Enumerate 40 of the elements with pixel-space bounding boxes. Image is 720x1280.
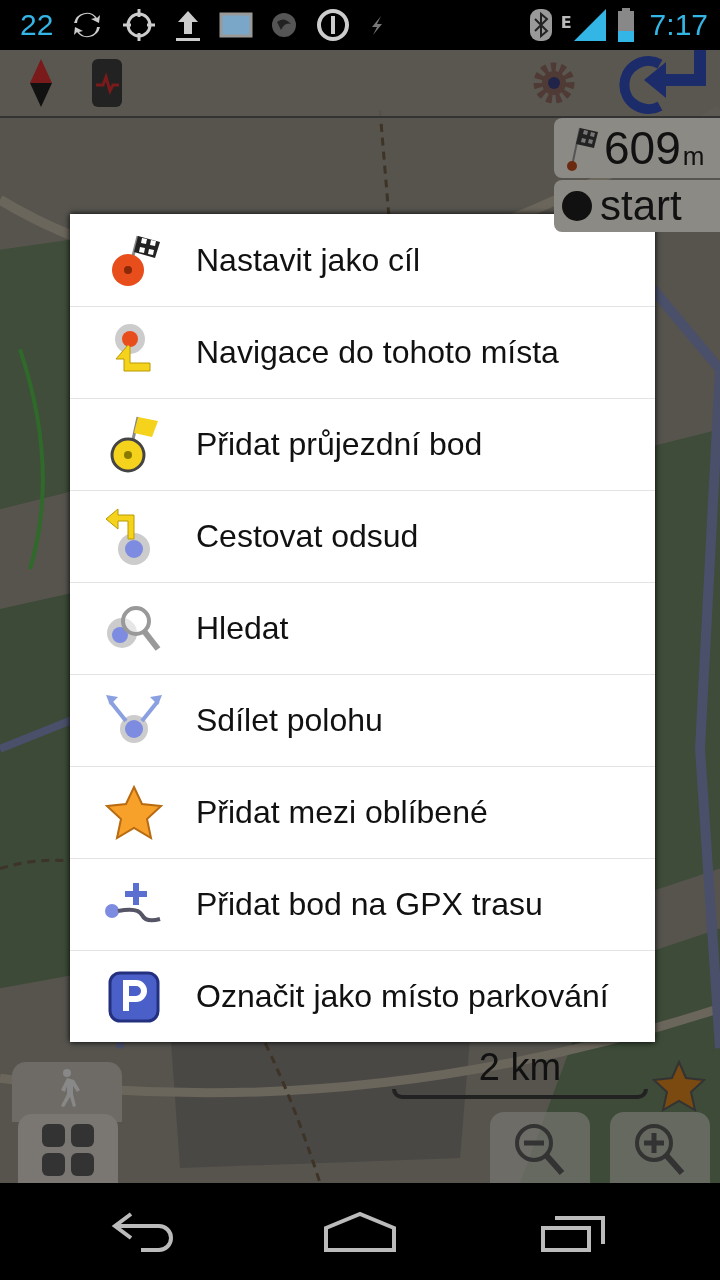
zoom-in-button[interactable] [610,1112,710,1183]
clock: 7:17 [649,8,708,42]
notification-count: 22 [20,8,54,42]
menu-item[interactable]: Navigace do tohoto místa [70,306,655,398]
menu-item[interactable]: Sdílet polohu [70,674,655,766]
menu-button[interactable] [18,1114,118,1183]
menu-item-label: Cestovat odsud [196,518,419,555]
menu-item-label: Sdílet polohu [196,702,383,739]
menu-item[interactable]: Přidat bod na GPX trasu [70,858,655,950]
settings-icon[interactable] [532,61,576,105]
home-icon[interactable] [322,1211,398,1252]
route-label: start [600,182,682,230]
menu-item-label: Hledat [196,610,289,647]
dot-icon [560,189,594,223]
grid-icon [40,1122,96,1178]
menu-item-label: Přidat mezi oblíbené [196,794,488,831]
menu-item-label: Přidat bod na GPX trasu [196,886,543,923]
menu-item[interactable]: Přidat průjezdní bod [70,398,655,490]
battery-icon [615,7,636,43]
distance-unit: m [682,141,705,172]
star-icon[interactable] [652,1060,706,1112]
bluetooth-icon [528,7,553,43]
menu-item[interactable]: Hledat [70,582,655,674]
zoom-out-button[interactable] [490,1112,590,1183]
menu-item-label: Navigace do tohoto místa [196,334,559,371]
scale-label: 2 km [478,1046,562,1089]
distance-panel[interactable]: 609m [554,118,720,178]
gps-icon [121,7,158,43]
power-icon [315,7,352,43]
distance-value: 609 [604,124,681,172]
menu-item-label: Přidat průjezdní bod [196,426,483,463]
menu-item[interactable]: Cestovat odsud [70,490,655,582]
monitor-icon[interactable] [90,57,124,109]
menu-item-label: Nastavit jako cíl [196,241,421,279]
menu-item[interactable]: Přidat mezi oblíbené [70,766,655,858]
screen-icon [219,10,254,40]
route-panel[interactable]: start [554,180,720,232]
menu-item[interactable]: Označit jako místo parkování [70,950,655,1042]
network-type: E [560,13,572,32]
menu-item-label: Označit jako místo parkování [196,978,609,1015]
